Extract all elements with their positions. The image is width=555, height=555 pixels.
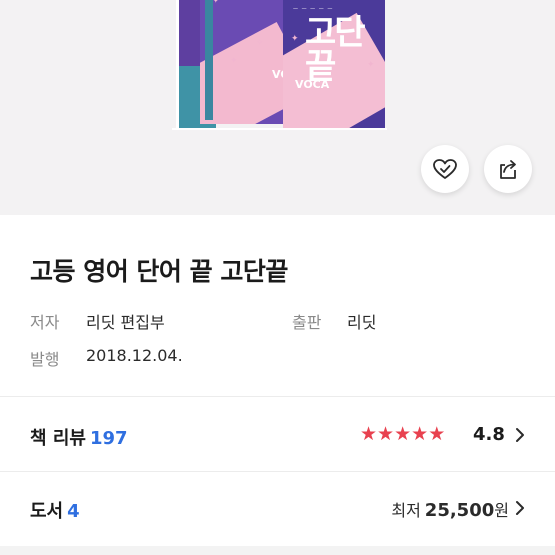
chevron-right-icon bbox=[516, 501, 524, 515]
listings-label: 도서 4 bbox=[30, 497, 80, 523]
book-spine bbox=[205, 0, 213, 120]
book-cover-middle: ✦ ✦ ✧ VOCA bbox=[200, 0, 292, 124]
section-separator bbox=[0, 546, 555, 555]
reviews-label: 책 리뷰 197 bbox=[30, 424, 128, 450]
star-icon: ★ bbox=[377, 423, 395, 445]
heart-check-icon bbox=[433, 159, 457, 179]
book-title: 고등 영어 단어 끝 고단끝 bbox=[30, 257, 288, 286]
chevron-right-icon bbox=[516, 428, 524, 442]
reviews-count: 197 bbox=[89, 428, 128, 449]
rating-value: 4.8 bbox=[473, 424, 505, 445]
rating-stars: ★ ★ ★ ★ ★ bbox=[360, 424, 445, 444]
star-icon: ★ bbox=[394, 423, 412, 445]
star-icon: ★ bbox=[360, 423, 378, 445]
lowest-price: 최저 25,500원 bbox=[391, 497, 509, 521]
price-unit: 원 bbox=[494, 501, 509, 520]
share-button[interactable] bbox=[484, 145, 532, 193]
like-button[interactable] bbox=[421, 145, 469, 193]
date-value: 2018.12.04. bbox=[86, 346, 183, 365]
date-label: 발행 bbox=[30, 350, 60, 369]
listings-label-text: 도서 bbox=[30, 501, 64, 522]
book-cover-front: — — — — — 고단끝 VOCA ✦ ✦ bbox=[283, 0, 385, 128]
book-cover-area: ✦ ✦ ✧ VOCA — — — — — 고단끝 VOCA ✦ ✦ bbox=[0, 0, 555, 215]
cover-title: 고단끝 bbox=[305, 13, 366, 87]
listings-count: 4 bbox=[67, 501, 80, 522]
author-label: 저자 bbox=[30, 313, 60, 332]
star-icon: ★ bbox=[428, 423, 446, 445]
reviews-label-text: 책 리뷰 bbox=[30, 428, 86, 449]
cover-voca: VOCA bbox=[295, 78, 330, 91]
author-value: 리딧 편집부 bbox=[86, 313, 165, 332]
price-value: 25,500 bbox=[424, 500, 495, 521]
publisher-value: 리딧 bbox=[347, 313, 377, 332]
star-icon: ★ bbox=[411, 423, 429, 445]
price-prefix: 최저 bbox=[391, 501, 421, 520]
share-icon bbox=[500, 160, 516, 179]
publisher-label: 출판 bbox=[292, 313, 322, 332]
reviews-row[interactable]: 책 리뷰 197 bbox=[0, 397, 555, 471]
